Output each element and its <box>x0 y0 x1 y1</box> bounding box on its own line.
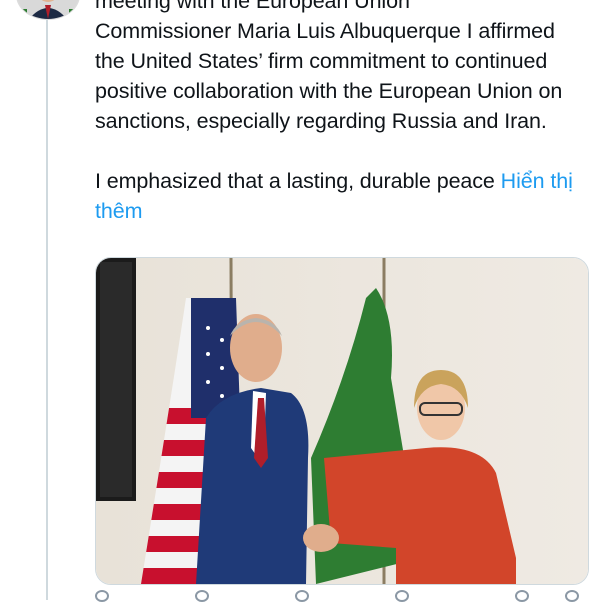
tweet-paragraph-1: Commissioner Maria Luis Albuquerque I af… <box>95 19 563 133</box>
tweet-photo[interactable] <box>95 257 589 585</box>
reply-icon[interactable] <box>95 590 109 602</box>
tweet-paragraph-2-text: I emphasized that a lasting, durable pea… <box>95 169 495 193</box>
share-icon[interactable] <box>565 590 579 602</box>
bookmark-icon[interactable] <box>515 590 529 602</box>
tweet-paragraph-partial: meeting with the European Union <box>95 0 410 13</box>
avatar-photo <box>17 0 79 19</box>
tweet-paragraph-2: I emphasized that a lasting, durable pea… <box>95 166 590 226</box>
thread-line <box>46 20 48 600</box>
repost-icon[interactable] <box>195 590 209 602</box>
tweet-text: meeting with the European Union Commissi… <box>95 0 590 226</box>
views-icon[interactable] <box>395 590 409 602</box>
avatar[interactable] <box>16 0 80 20</box>
tweet-action-bar <box>95 590 587 602</box>
meeting-photo <box>96 258 588 584</box>
like-icon[interactable] <box>295 590 309 602</box>
